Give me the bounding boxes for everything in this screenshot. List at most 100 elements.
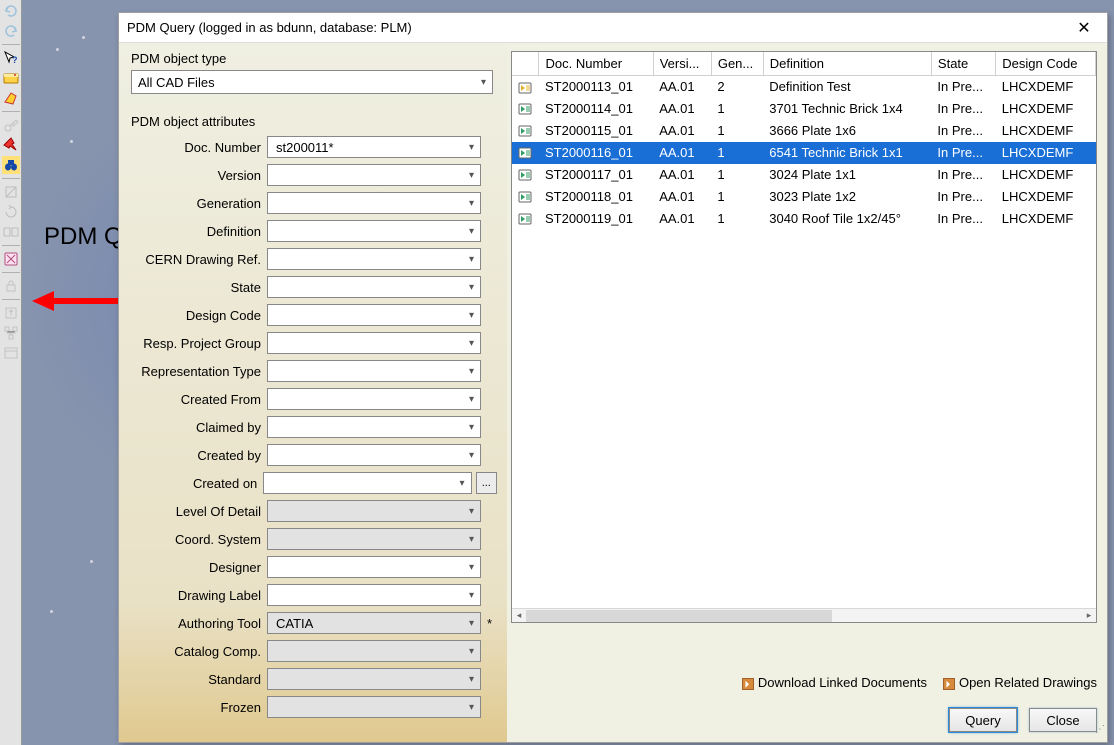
attribute-label: Standard [131, 672, 267, 687]
cell-state: In Pre... [931, 186, 995, 208]
table-row[interactable]: ST2000117_01AA.0113024 Plate 1x1In Pre..… [512, 164, 1096, 186]
attribute-input[interactable] [274, 643, 469, 660]
scroll-thumb[interactable] [526, 610, 832, 622]
table-row[interactable]: ST2000119_01AA.0113040 Roof Tile 1x2/45°… [512, 208, 1096, 230]
attribute-combo[interactable]: ▾ [267, 360, 481, 382]
attribute-input[interactable] [274, 251, 469, 268]
attribute-input[interactable] [274, 391, 469, 408]
refresh-icon[interactable] [2, 203, 20, 221]
attribute-input[interactable] [274, 167, 469, 184]
attribute-input[interactable] [274, 307, 469, 324]
pointer-help-icon[interactable]: ? [2, 49, 20, 67]
column-header[interactable]: Definition [763, 52, 931, 76]
attribute-input[interactable] [274, 335, 469, 352]
open-related-checkbox[interactable]: Open Related Drawings [943, 675, 1097, 690]
cell-definition: Definition Test [763, 76, 931, 98]
attribute-combo[interactable]: ▾ [267, 528, 481, 550]
attribute-combo[interactable]: ▾ [267, 248, 481, 270]
redo-icon[interactable] [2, 22, 20, 40]
attribute-combo[interactable]: ▾ [267, 612, 481, 634]
attribute-input[interactable] [274, 615, 469, 632]
attribute-input[interactable] [274, 671, 469, 688]
column-header[interactable]: State [931, 52, 995, 76]
open-dialog-icon[interactable] [2, 69, 20, 87]
reserve-icon[interactable] [2, 183, 20, 201]
column-header[interactable]: Doc. Number [539, 52, 653, 76]
attribute-combo[interactable]: ▾ [267, 332, 481, 354]
cell-state: In Pre... [931, 98, 995, 120]
browse-button[interactable]: ... [476, 472, 497, 494]
attribute-combo[interactable]: ▾ [263, 472, 471, 494]
attribute-combo[interactable]: ▾ [267, 444, 481, 466]
attribute-label: CERN Drawing Ref. [131, 252, 267, 267]
horizontal-scrollbar[interactable]: ◂ ▸ [512, 608, 1096, 622]
close-icon[interactable]: ✕ [1069, 18, 1099, 38]
download-linked-checkbox[interactable]: Download Linked Documents [742, 675, 927, 690]
attribute-input[interactable] [274, 419, 469, 436]
lock-icon[interactable] [2, 277, 20, 295]
object-type-combo[interactable]: All CAD Files ▾ [131, 70, 493, 94]
attribute-combo[interactable]: ▾ [267, 500, 481, 522]
attribute-combo[interactable]: ▾ [267, 164, 481, 186]
attribute-combo[interactable]: ▾ [267, 388, 481, 410]
undo-icon[interactable] [2, 2, 20, 20]
attribute-combo[interactable]: ▾ [267, 220, 481, 242]
attribute-combo[interactable]: ▾ [267, 668, 481, 690]
pin-red-icon[interactable] [2, 136, 20, 154]
part-yellow-icon[interactable] [2, 89, 20, 107]
cell-definition: 3024 Plate 1x1 [763, 164, 931, 186]
column-header[interactable]: Design Code [996, 52, 1096, 76]
attribute-combo[interactable]: ▾ [267, 136, 481, 158]
publish-icon[interactable] [2, 304, 20, 322]
attribute-input[interactable] [274, 223, 469, 240]
attribute-input[interactable] [274, 503, 469, 520]
table-row[interactable]: ST2000118_01AA.0113023 Plate 1x2In Pre..… [512, 186, 1096, 208]
cell-design-code: LHCXDEMF [996, 120, 1096, 142]
attribute-combo[interactable]: ▾ [267, 276, 481, 298]
compare-icon[interactable] [2, 223, 20, 241]
column-header[interactable] [512, 52, 539, 76]
table-row[interactable]: ST2000114_01AA.0113701 Technic Brick 1x4… [512, 98, 1096, 120]
resize-grip-icon[interactable]: ⋰ [1093, 728, 1105, 740]
attribute-input[interactable] [274, 559, 469, 576]
attribute-combo[interactable]: ▾ [267, 192, 481, 214]
table-row[interactable]: ST2000115_01AA.0113666 Plate 1x6In Pre..… [512, 120, 1096, 142]
column-header[interactable]: Versi... [653, 52, 711, 76]
chevron-down-icon: ▾ [469, 450, 474, 461]
attribute-row: Created From▾ [131, 385, 497, 413]
attribute-input[interactable] [274, 195, 469, 212]
chevron-down-icon: ▾ [460, 478, 465, 489]
attribute-combo[interactable]: ▾ [267, 696, 481, 718]
scroll-right-icon[interactable]: ▸ [1082, 610, 1096, 622]
attribute-combo[interactable]: ▾ [267, 304, 481, 326]
attribute-combo[interactable]: ▾ [267, 416, 481, 438]
cell-state: In Pre... [931, 164, 995, 186]
key-icon[interactable] [2, 116, 20, 134]
results-panel: Doc. NumberVersi...Gen...DefinitionState… [507, 43, 1107, 742]
attribute-input[interactable] [274, 279, 469, 296]
chevron-down-icon: ▾ [469, 506, 474, 517]
tree-icon[interactable] [2, 324, 20, 342]
attribute-combo[interactable]: ▾ [267, 584, 481, 606]
attribute-input[interactable] [274, 139, 469, 156]
attribute-input[interactable] [274, 587, 469, 604]
attribute-combo[interactable]: ▾ [267, 556, 481, 578]
attribute-combo[interactable]: ▾ [267, 640, 481, 662]
column-header[interactable]: Gen... [711, 52, 763, 76]
attribute-input[interactable] [274, 363, 469, 380]
scroll-left-icon[interactable]: ◂ [512, 610, 526, 622]
window-icon[interactable] [2, 344, 20, 362]
wizard-icon[interactable] [2, 250, 20, 268]
table-row[interactable]: ST2000113_01AA.012Definition TestIn Pre.… [512, 76, 1096, 98]
attribute-input[interactable] [270, 475, 459, 492]
table-row[interactable]: ST2000116_01AA.0116541 Technic Brick 1x1… [512, 142, 1096, 164]
svg-text:?: ? [12, 55, 18, 65]
query-button[interactable]: Query [949, 708, 1017, 732]
attribute-input[interactable] [274, 447, 469, 464]
binoculars-icon[interactable] [2, 156, 20, 174]
close-button[interactable]: Close [1029, 708, 1097, 732]
attribute-label: Version [131, 168, 267, 183]
attribute-label: Generation [131, 196, 267, 211]
attribute-input[interactable] [274, 531, 469, 548]
attribute-input[interactable] [274, 699, 469, 716]
